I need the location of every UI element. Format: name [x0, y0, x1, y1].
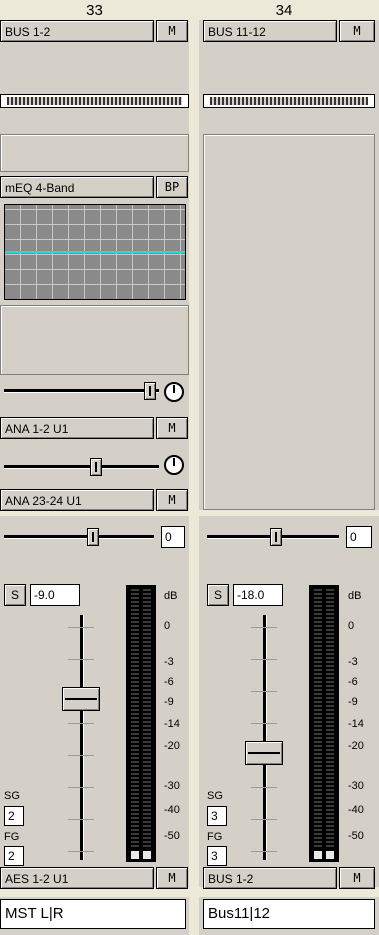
bus-select-34[interactable]: BUS 11-12: [203, 20, 337, 42]
pan-knob-34[interactable]: [270, 528, 282, 546]
output-select-34[interactable]: BUS 1-2: [203, 867, 337, 889]
send-time-icon-33-2[interactable]: [164, 455, 184, 475]
send-slider-33-2[interactable]: [4, 456, 159, 478]
fg-label-34: FG: [207, 831, 223, 843]
channel-number-34: 34: [189, 0, 379, 20]
pan-value-34[interactable]: 0: [346, 526, 372, 548]
send-mute-33-2[interactable]: M: [156, 489, 188, 511]
send-slider-33-1[interactable]: [4, 380, 159, 402]
empty-slot-33b: [0, 305, 189, 375]
pan-knob-33[interactable]: [87, 528, 99, 546]
empty-slot-33: [0, 134, 189, 172]
pan-slider-33[interactable]: [4, 526, 154, 548]
fg-value-33[interactable]: 2: [4, 846, 24, 866]
channel-name-34[interactable]: Bus11|12: [203, 899, 375, 929]
send-knob-33-2[interactable]: [90, 458, 102, 476]
channel-name-33[interactable]: MST L|R: [0, 899, 186, 929]
gain-value-34[interactable]: -18.0: [233, 584, 283, 606]
pan-value-33[interactable]: 0: [161, 526, 185, 548]
send-target-33-2[interactable]: ANA 23-24 U1: [0, 489, 154, 511]
output-mute-33[interactable]: M: [156, 867, 188, 889]
db-scale-33: dB 0 -3 -6 -9 -14 -20 -30 -40 -50: [164, 590, 180, 842]
output-mute-34[interactable]: M: [339, 867, 375, 889]
sg-value-34[interactable]: 3: [207, 806, 227, 826]
gain-value-33[interactable]: -9.0: [30, 584, 80, 606]
sg-label-33: SG: [4, 790, 20, 802]
volume-fader-34[interactable]: [245, 615, 283, 860]
bypass-button-33[interactable]: BP: [156, 176, 188, 198]
level-led-34: [203, 94, 375, 108]
fader-cap-34[interactable]: [245, 741, 283, 765]
fader-cap-33[interactable]: [62, 687, 100, 711]
bus-select-33[interactable]: BUS 1-2: [0, 20, 154, 42]
sg-value-33[interactable]: 2: [4, 806, 24, 826]
level-meter-34: [309, 585, 339, 862]
strip-divider: [189, 20, 199, 935]
fg-value-34[interactable]: 3: [207, 846, 227, 866]
solo-button-33[interactable]: S: [4, 584, 26, 606]
channel-number-33: 33: [0, 0, 189, 20]
eq-graph-33[interactable]: [4, 204, 186, 300]
send-time-icon-33-1[interactable]: [164, 382, 184, 402]
empty-area-34: [203, 134, 375, 510]
mute-button-33[interactable]: M: [156, 20, 188, 42]
level-led-33: [0, 94, 189, 108]
db-scale-34: dB 0 -3 -6 -9 -14 -20 -30 -40 -50: [348, 590, 364, 842]
level-meter-33: [126, 585, 156, 862]
output-select-33[interactable]: AES 1-2 U1: [0, 867, 154, 889]
sg-label-34: SG: [207, 790, 223, 802]
send-target-33-1[interactable]: ANA 1-2 U1: [0, 417, 154, 439]
fg-label-33: FG: [4, 831, 20, 843]
send-knob-33-1[interactable]: [144, 382, 156, 400]
volume-fader-33[interactable]: [62, 615, 100, 860]
send-mute-33-1[interactable]: M: [156, 417, 188, 439]
solo-button-34[interactable]: S: [207, 584, 229, 606]
plugin-name-33[interactable]: mEQ 4-Band: [0, 176, 154, 198]
pan-slider-34[interactable]: [207, 526, 339, 548]
mute-button-34[interactable]: M: [339, 20, 375, 42]
